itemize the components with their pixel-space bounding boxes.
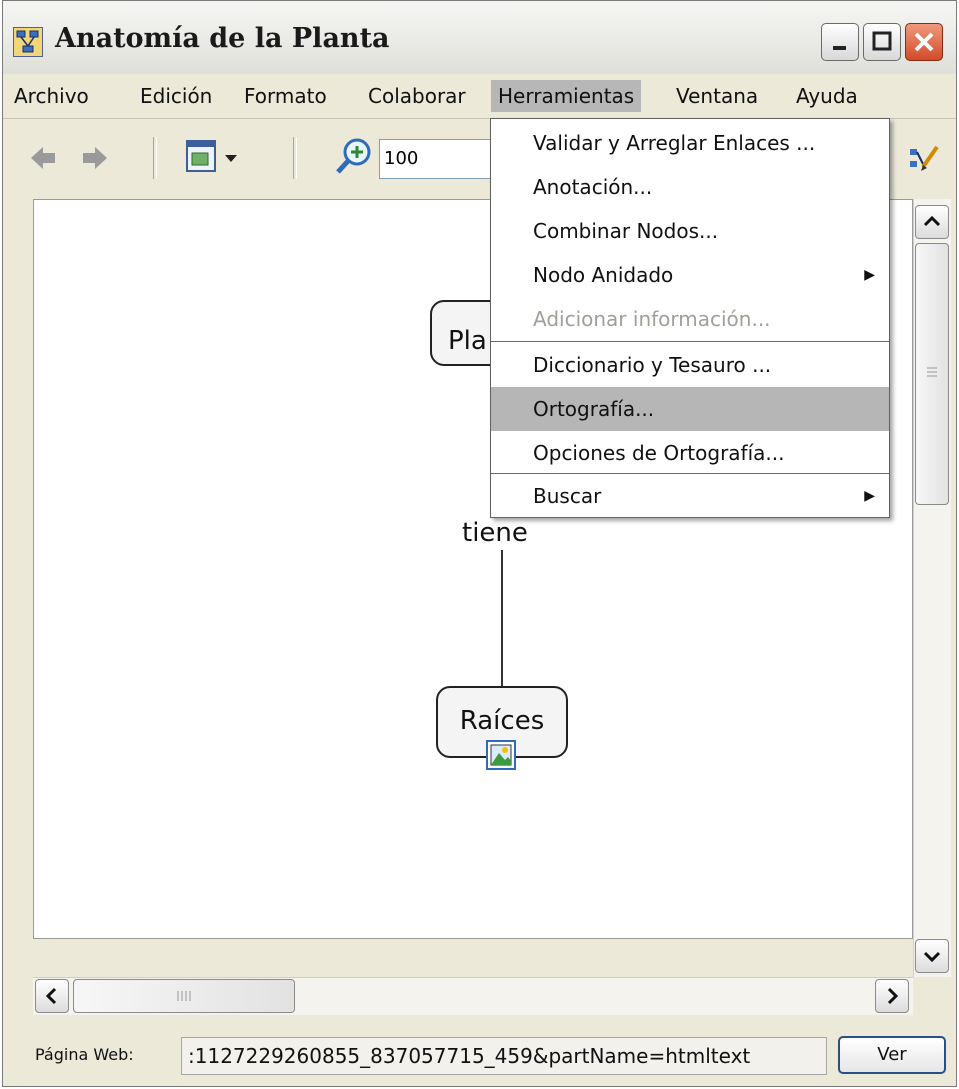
- maximize-button[interactable]: [863, 23, 901, 61]
- image-resource-icon[interactable]: [486, 740, 516, 770]
- view-options-dropdown[interactable]: [183, 137, 247, 177]
- style-palette-icon[interactable]: [907, 141, 943, 175]
- chevron-up-icon: [923, 215, 941, 227]
- menu-item-nodo-anidado[interactable]: Nodo Anidado ▶: [491, 253, 889, 297]
- menu-ayuda[interactable]: Ayuda: [789, 80, 865, 112]
- maximize-icon: [872, 31, 892, 51]
- menu-item-label: Nodo Anidado: [533, 263, 674, 287]
- toolbar-separator: [293, 137, 297, 179]
- menu-item-validar-enlaces[interactable]: Validar y Arreglar Enlaces ...: [491, 121, 889, 165]
- menu-item-label: Opciones de Ortografía...: [533, 441, 785, 465]
- status-bar: Página Web: :1127229260855_837057715_459…: [3, 1025, 956, 1086]
- scroll-down-button[interactable]: [915, 939, 949, 973]
- grip-icon: [177, 991, 191, 1001]
- menu-item-opciones-ortografia[interactable]: Opciones de Ortografía...: [491, 431, 889, 475]
- concept-node-label: Pla: [448, 326, 487, 356]
- zoom-in-icon[interactable]: [333, 135, 375, 177]
- concept-map-app-icon[interactable]: [13, 27, 43, 57]
- chevron-right-icon: [887, 987, 899, 1005]
- minimize-button[interactable]: [821, 23, 859, 61]
- toolbar-separator: [153, 137, 157, 179]
- link-phrase-tiene[interactable]: tiene: [462, 518, 528, 548]
- window-view-icon: [186, 140, 237, 172]
- menu-item-label: Diccionario y Tesauro ...: [533, 353, 772, 377]
- menu-separator: [491, 341, 889, 342]
- menu-bar: Archivo Edición Formato Colaborar Herram…: [3, 74, 956, 119]
- zoom-input[interactable]: 100: [379, 139, 497, 179]
- web-page-field[interactable]: :1127229260855_837057715_459&partName=ht…: [181, 1037, 827, 1075]
- menu-item-label: Validar y Arreglar Enlaces ...: [533, 131, 816, 155]
- menu-item-label: Ortografía...: [533, 397, 655, 421]
- menu-formato[interactable]: Formato: [237, 80, 334, 112]
- grip-icon: [927, 367, 937, 377]
- connection-line: [501, 550, 503, 686]
- menu-item-label: Adicionar información...: [533, 307, 771, 331]
- menu-item-label: Buscar: [533, 484, 602, 508]
- scroll-left-button[interactable]: [35, 979, 69, 1013]
- herramientas-dropdown-menu: Validar y Arreglar Enlaces ... Anotación…: [490, 118, 890, 518]
- horizontal-scroll-thumb[interactable]: [73, 979, 295, 1013]
- app-window: Anatomía de la Planta Archivo Edición Fo…: [2, 0, 957, 1087]
- menu-herramientas[interactable]: Herramientas: [491, 80, 642, 112]
- menu-item-ortografia[interactable]: Ortografía...: [491, 387, 889, 431]
- window-title: Anatomía de la Planta: [55, 23, 390, 54]
- menu-item-label: Combinar Nodos...: [533, 219, 719, 243]
- vertical-scroll-thumb[interactable]: [915, 243, 949, 505]
- menu-item-anotacion[interactable]: Anotación...: [491, 165, 889, 209]
- web-page-label: Página Web:: [35, 1045, 134, 1064]
- menu-item-combinar-nodos[interactable]: Combinar Nodos...: [491, 209, 889, 253]
- forward-arrow-icon[interactable]: [77, 141, 111, 175]
- close-icon: [914, 32, 934, 52]
- horizontal-scrollbar[interactable]: [33, 977, 913, 1015]
- scroll-right-button[interactable]: [875, 979, 909, 1013]
- ver-button[interactable]: Ver: [838, 1036, 946, 1074]
- menu-item-label: Anotación...: [533, 175, 653, 199]
- vertical-scrollbar[interactable]: [913, 199, 951, 977]
- back-arrow-icon[interactable]: [27, 141, 61, 175]
- menu-archivo[interactable]: Archivo: [7, 80, 96, 112]
- chevron-down-icon: [923, 951, 941, 963]
- menu-item-adicionar-informacion: Adicionar información...: [491, 297, 889, 341]
- chevron-left-icon: [45, 987, 57, 1005]
- submenu-arrow-icon: ▶: [864, 488, 875, 504]
- menu-colaborar[interactable]: Colaborar: [361, 80, 473, 112]
- submenu-arrow-icon: ▶: [864, 267, 875, 283]
- close-button[interactable]: [905, 23, 943, 61]
- minimize-icon: [833, 46, 846, 50]
- concept-node-label: Raíces: [459, 706, 545, 736]
- menu-item-diccionario-tesauro[interactable]: Diccionario y Tesauro ...: [491, 343, 889, 387]
- menu-item-buscar[interactable]: Buscar ▶: [491, 474, 889, 518]
- scroll-up-button[interactable]: [915, 205, 949, 239]
- menu-edicion[interactable]: Edición: [133, 80, 219, 112]
- menu-ventana[interactable]: Ventana: [669, 80, 765, 112]
